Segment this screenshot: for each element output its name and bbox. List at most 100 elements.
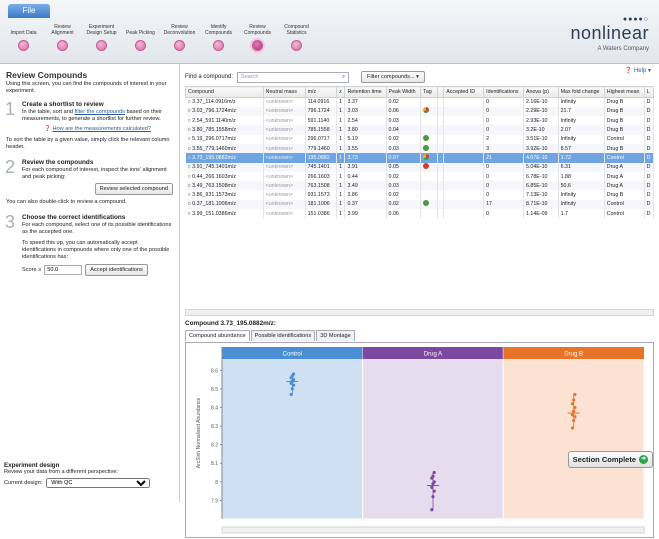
file-tab[interactable]: File	[8, 4, 50, 18]
cell-value: 4.07E-10	[525, 154, 548, 161]
table-row[interactable]: ○ 2.54_591.1140m/z <unknown> 591.1140 1 2.54…	[185, 116, 655, 126]
table-row[interactable]: ○ 0.37_181.1006m/z <unknown> 181.1006 1 0.37…	[185, 199, 655, 210]
step-label: Review Compounds	[244, 24, 271, 36]
cell-value: 763.1508	[307, 182, 330, 189]
table-row[interactable]: ○ 3.91_745.1401m/z <unknown> 745.1401 1 3.91…	[185, 162, 655, 172]
cell-value: Control	[606, 154, 624, 161]
table-cell: Drug A	[604, 181, 645, 191]
column-header[interactable]: Highest mean	[603, 86, 645, 98]
search-input[interactable]: Search ⌕	[237, 71, 350, 83]
table-row[interactable]: ○ 3.49_763.1508m/z <unknown> 763.1508 1 3.49…	[185, 181, 655, 191]
table-cell: 8.71E-10	[523, 199, 559, 210]
table-cell: 0	[483, 162, 524, 172]
column-header[interactable]: Max fold change	[557, 86, 605, 98]
cell-value: 3.80	[347, 127, 358, 134]
step-0[interactable]: Import Data	[4, 22, 43, 62]
table-cell: 0.06	[386, 106, 422, 117]
filter-link[interactable]: filter the compounds	[75, 109, 125, 115]
table-cell	[420, 125, 438, 135]
cell-value: 0.37	[347, 201, 358, 208]
column-header[interactable]: Compound	[185, 86, 264, 98]
cell-value: 6.31	[560, 164, 571, 171]
table-row[interactable]: ○ 3.55_779.1460m/z <unknown> 779.1460 1 3.55…	[185, 143, 655, 154]
cell-value: 3.37	[347, 99, 358, 106]
tab-1[interactable]: Possible identifications	[250, 330, 316, 341]
cell-value: 3.03	[347, 108, 358, 115]
table-cell: 3.86	[344, 190, 387, 200]
info-icon: ❓	[43, 126, 51, 132]
step-label: Review Deconvolution	[163, 24, 196, 36]
tab-2[interactable]: 3D Montage	[316, 330, 355, 341]
cell-value: 266.1603	[307, 173, 330, 180]
table-row[interactable]: ○ 0.44_266.1603m/z <unknown> 266.1603 1 0.44…	[185, 171, 655, 182]
table-cell	[443, 171, 485, 182]
section-complete-button[interactable]: Section Complete ➜	[567, 451, 653, 468]
table-row[interactable]: ○ 3.99_151.0386m/z <unknown> 151.0386 1 3.99…	[185, 209, 655, 219]
accept-identifications-button[interactable]: Accept identifications	[85, 264, 148, 276]
step-dot-icon	[57, 40, 68, 51]
column-header[interactable]: L	[643, 86, 655, 98]
cell-value: 1	[339, 136, 343, 143]
review-selected-button[interactable]: Review selected compound	[94, 183, 173, 195]
score-input[interactable]	[44, 265, 83, 275]
horizontal-scrollbar[interactable]	[185, 309, 654, 316]
filter-compounds-button[interactable]: Filter compounds... ▾	[361, 71, 425, 83]
column-header[interactable]: Neutral mass	[262, 86, 306, 98]
table-cell: 3	[483, 143, 524, 154]
table-cell: <unknown>	[263, 162, 306, 172]
cell-value: 6.85E-10	[525, 182, 548, 189]
measurements-link[interactable]: How are the measurements calculated?	[52, 126, 151, 132]
tab-0[interactable]: Compound abundance	[185, 330, 250, 341]
step-6[interactable]: Review Compounds	[238, 22, 277, 62]
cell-value: 1	[339, 154, 343, 161]
table-row[interactable]: ○ 3.80_785.1558m/z <unknown> 785.1558 1 3.80…	[185, 125, 655, 135]
table-row[interactable]: ○ 3.37_114.0916m/z <unknown> 114.0916 1 3.37…	[185, 97, 655, 107]
table-cell: <unknown>	[263, 134, 306, 144]
cell-value: <unknown>	[265, 164, 294, 171]
table-cell	[420, 181, 438, 191]
group-background	[502, 346, 645, 520]
table-row[interactable]: ○ 5.19_296.0717m/z <unknown> 296.0717 1 5.19…	[185, 134, 655, 144]
logo-sub: A Waters Company	[597, 46, 649, 52]
design-select[interactable]: With QC	[46, 478, 151, 488]
table-row[interactable]: ○ 3.03_796.1724m/z <unknown> 796.1724 1 3.03…	[185, 106, 655, 117]
table-cell: D	[644, 125, 655, 135]
column-header[interactable]: z	[336, 86, 346, 98]
table-cell: 0.02	[386, 190, 422, 200]
table-row[interactable]: ○ 3.73_195.0882m/z <unknown> 195.0882 1 3.73…	[185, 153, 655, 163]
column-header[interactable]: Accepted ID	[443, 86, 485, 98]
y-tick-label: 8	[215, 480, 218, 486]
table-cell: 1	[336, 153, 346, 163]
table-cell: Infinity	[558, 116, 605, 126]
y-tick-label: 8.3	[211, 424, 218, 430]
step-1[interactable]: Review Alignment	[43, 22, 82, 62]
table-cell: D	[644, 97, 655, 107]
table-cell: ○ 3.91_745.1401m/z	[185, 162, 264, 172]
cell-value: 2	[486, 136, 490, 143]
column-header[interactable]: Identifications	[483, 86, 524, 98]
step-4[interactable]: Review Deconvolution	[160, 22, 199, 62]
cell-value: 1	[339, 117, 343, 124]
step-label: Peak Picking	[126, 30, 155, 36]
table-cell: ○ 3.03_796.1724m/z	[185, 106, 264, 117]
table-cell	[420, 190, 438, 200]
cell-value: 2.29E-10	[525, 108, 548, 115]
column-header[interactable]: Anova (p)	[522, 86, 559, 98]
cell-value: <unknown>	[265, 154, 294, 161]
step-3[interactable]: Peak Picking	[121, 22, 160, 62]
column-header[interactable]: Tag	[420, 86, 438, 98]
table-cell	[443, 199, 485, 210]
step-2[interactable]: Experiment Design Setup	[82, 22, 121, 62]
table-cell	[443, 190, 485, 200]
column-header[interactable]: Retention time	[344, 86, 387, 98]
table-row[interactable]: ○ 3.86_931.1573m/z <unknown> 931.1573 1 3.86…	[185, 190, 655, 200]
column-header[interactable]: m/z	[304, 86, 338, 98]
step-5[interactable]: Identify Compounds	[199, 22, 238, 62]
table-cell: ○ 3.80_785.1558m/z	[185, 125, 264, 135]
table-cell: 4.07E-10	[523, 153, 559, 163]
step-7[interactable]: Compound Statistics	[277, 22, 316, 62]
cell-value: Drug B	[606, 99, 624, 106]
table-cell: 1	[336, 97, 346, 107]
cell-value: Infinity	[560, 192, 576, 199]
column-header[interactable]: Peak Width	[385, 86, 422, 98]
